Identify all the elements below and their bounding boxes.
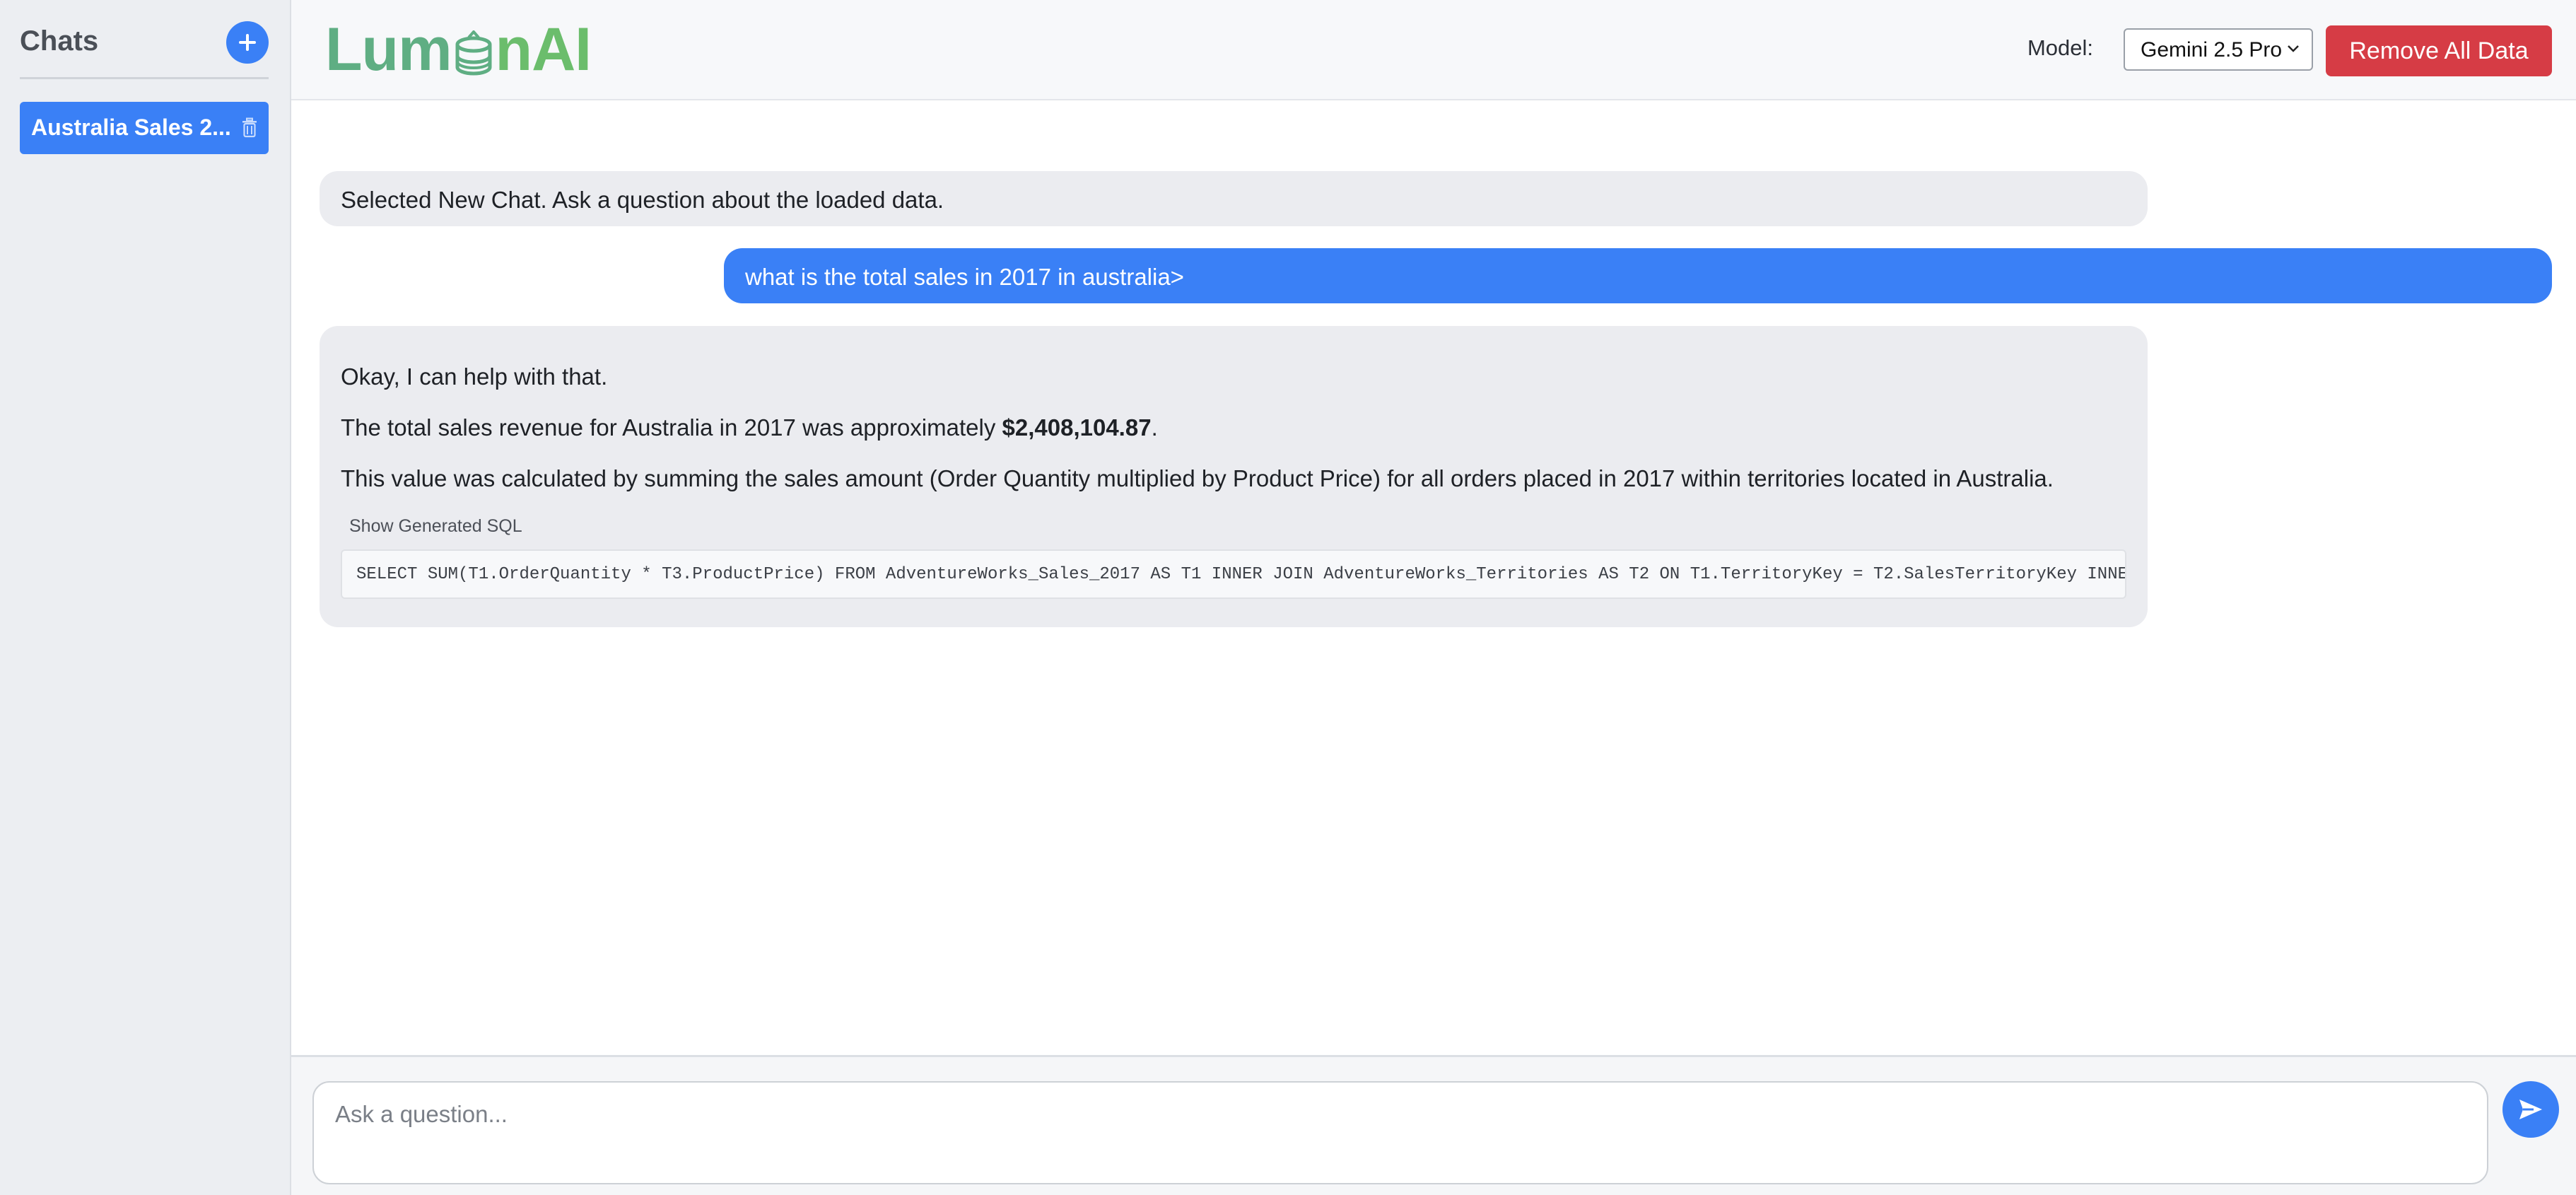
show-sql-toggle[interactable]: Show Generated SQL	[349, 515, 522, 537]
sidebar-header: Chats	[20, 20, 269, 79]
new-chat-button[interactable]	[226, 21, 269, 64]
assistant-line-3: This value was calculated by summing the…	[341, 465, 2054, 491]
assistant-line-2: The total sales revenue for Australia in…	[341, 414, 1158, 442]
chevron-down-icon	[2288, 45, 2299, 52]
model-select[interactable]: Gemini 2.5 Pro	[2124, 28, 2313, 71]
chat-item-label: Australia Sales 2...	[31, 115, 231, 140]
input-area	[291, 1055, 2576, 1195]
chat-list-item[interactable]: Australia Sales 2...	[20, 102, 269, 154]
app-logo: Lum nAI	[325, 15, 592, 83]
user-message: what is the total sales in 2017 in austr…	[724, 248, 2552, 303]
sql-code-block[interactable]: SELECT SUM(T1.OrderQuantity * T3.Product…	[341, 549, 2126, 599]
logo-text-right: nAI	[495, 15, 592, 83]
send-icon	[2519, 1100, 2542, 1119]
model-label: Model:	[2027, 35, 2093, 60]
assistant-line-2-suffix: .	[1151, 414, 1158, 441]
question-input[interactable]	[312, 1081, 2488, 1184]
sql-code-text: SELECT SUM(T1.OrderQuantity * T3.Product…	[356, 565, 2125, 584]
logo-text-left: Lum	[325, 15, 452, 83]
assistant-line-2-prefix: The total sales revenue for Australia in…	[341, 414, 1002, 441]
send-button[interactable]	[2502, 1081, 2559, 1138]
top-bar: Lum nAI Model: Gemini 2.5 Pro Remove All…	[291, 0, 2576, 100]
trash-icon[interactable]	[240, 117, 259, 139]
database-icon	[453, 25, 494, 76]
user-message-text: what is the total sales in 2017 in austr…	[745, 264, 1184, 290]
assistant-line-1: Okay, I can help with that.	[341, 363, 608, 390]
system-message-text: Selected New Chat. Ask a question about …	[341, 187, 944, 213]
system-message: Selected New Chat. Ask a question about …	[320, 171, 2148, 226]
remove-all-data-button[interactable]: Remove All Data	[2326, 25, 2552, 76]
total-sales-value: $2,408,104.87	[1002, 414, 1152, 441]
model-select-value: Gemini 2.5 Pro	[2141, 38, 2283, 62]
sidebar: Chats Australia Sales 2...	[0, 0, 291, 1195]
assistant-message: Okay, I can help with that. The total sa…	[320, 326, 2148, 627]
sidebar-title: Chats	[20, 25, 99, 57]
plus-icon	[239, 34, 256, 51]
